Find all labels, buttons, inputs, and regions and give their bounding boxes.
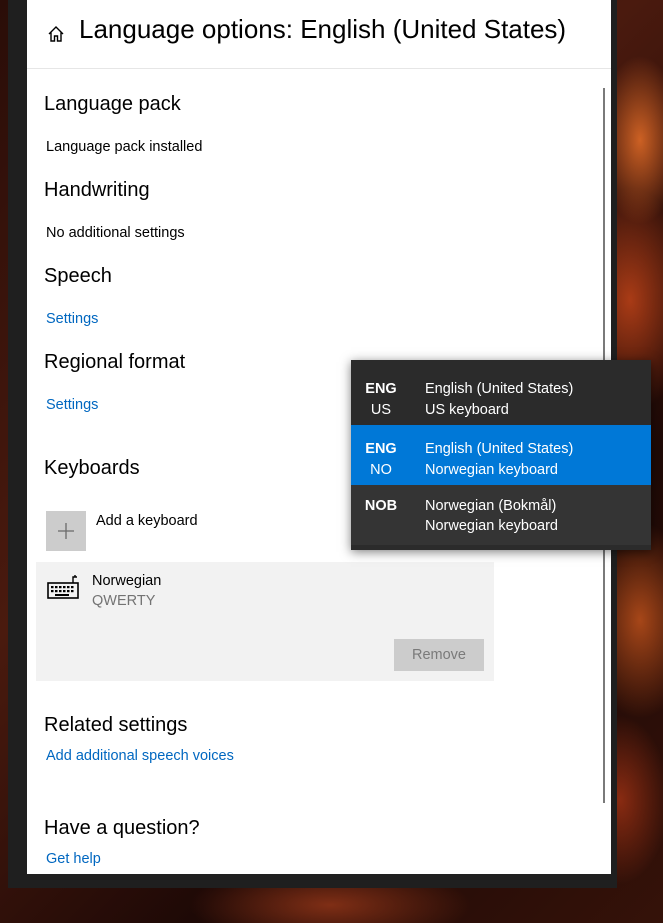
input-code: ENG <box>365 381 397 397</box>
input-code: ENG <box>365 441 397 457</box>
input-switcher-flyout: ENG US English (United States) US keyboa… <box>351 360 651 550</box>
input-language: Norwegian (Bokmål) <box>425 498 557 514</box>
input-method-nob[interactable]: NOB Norwegian (Bokmål) Norwegian keyboar… <box>351 485 651 545</box>
input-method-eng-no[interactable]: ENG NO English (United States) Norwegian… <box>351 425 651 485</box>
plus-icon <box>58 523 74 539</box>
language-pack-heading: Language pack <box>44 93 181 115</box>
keyboards-heading: Keyboards <box>44 457 140 479</box>
remove-keyboard-button[interactable]: Remove <box>394 639 484 671</box>
add-speech-voices-link[interactable]: Add additional speech voices <box>46 748 234 764</box>
question-heading: Have a question? <box>44 817 200 839</box>
regional-format-settings-link[interactable]: Settings <box>46 397 98 413</box>
page-header: Language options: English (United States… <box>27 0 611 69</box>
keyboard-item-norwegian[interactable]: Norwegian QWERTY Remove <box>36 562 494 681</box>
handwriting-status: No additional settings <box>46 225 185 241</box>
keyboard-name: Norwegian <box>92 573 162 589</box>
input-region: NO <box>370 462 392 478</box>
input-method-eng-us[interactable]: ENG US English (United States) US keyboa… <box>351 365 651 425</box>
language-pack-status: Language pack installed <box>46 139 203 155</box>
speech-settings-link[interactable]: Settings <box>46 311 98 327</box>
speech-heading: Speech <box>44 265 112 287</box>
get-help-link[interactable]: Get help <box>46 851 101 867</box>
page-title: Language options: English (United States… <box>79 14 567 44</box>
input-keyboard: Norwegian keyboard <box>425 462 558 478</box>
home-icon[interactable] <box>47 25 65 43</box>
input-region: US <box>370 402 392 418</box>
handwriting-heading: Handwriting <box>44 179 150 201</box>
add-keyboard-label[interactable]: Add a keyboard <box>96 513 198 529</box>
input-language: English (United States) <box>425 441 574 457</box>
keyboard-icon <box>47 575 79 599</box>
input-code: NOB <box>364 498 398 514</box>
keyboard-layout: QWERTY <box>92 593 156 609</box>
add-keyboard-button[interactable] <box>46 511 86 551</box>
regional-format-heading: Regional format <box>44 351 186 373</box>
related-settings-heading: Related settings <box>44 714 188 736</box>
input-keyboard: Norwegian keyboard <box>425 518 558 534</box>
input-keyboard: US keyboard <box>425 402 509 418</box>
input-language: English (United States) <box>425 381 574 397</box>
